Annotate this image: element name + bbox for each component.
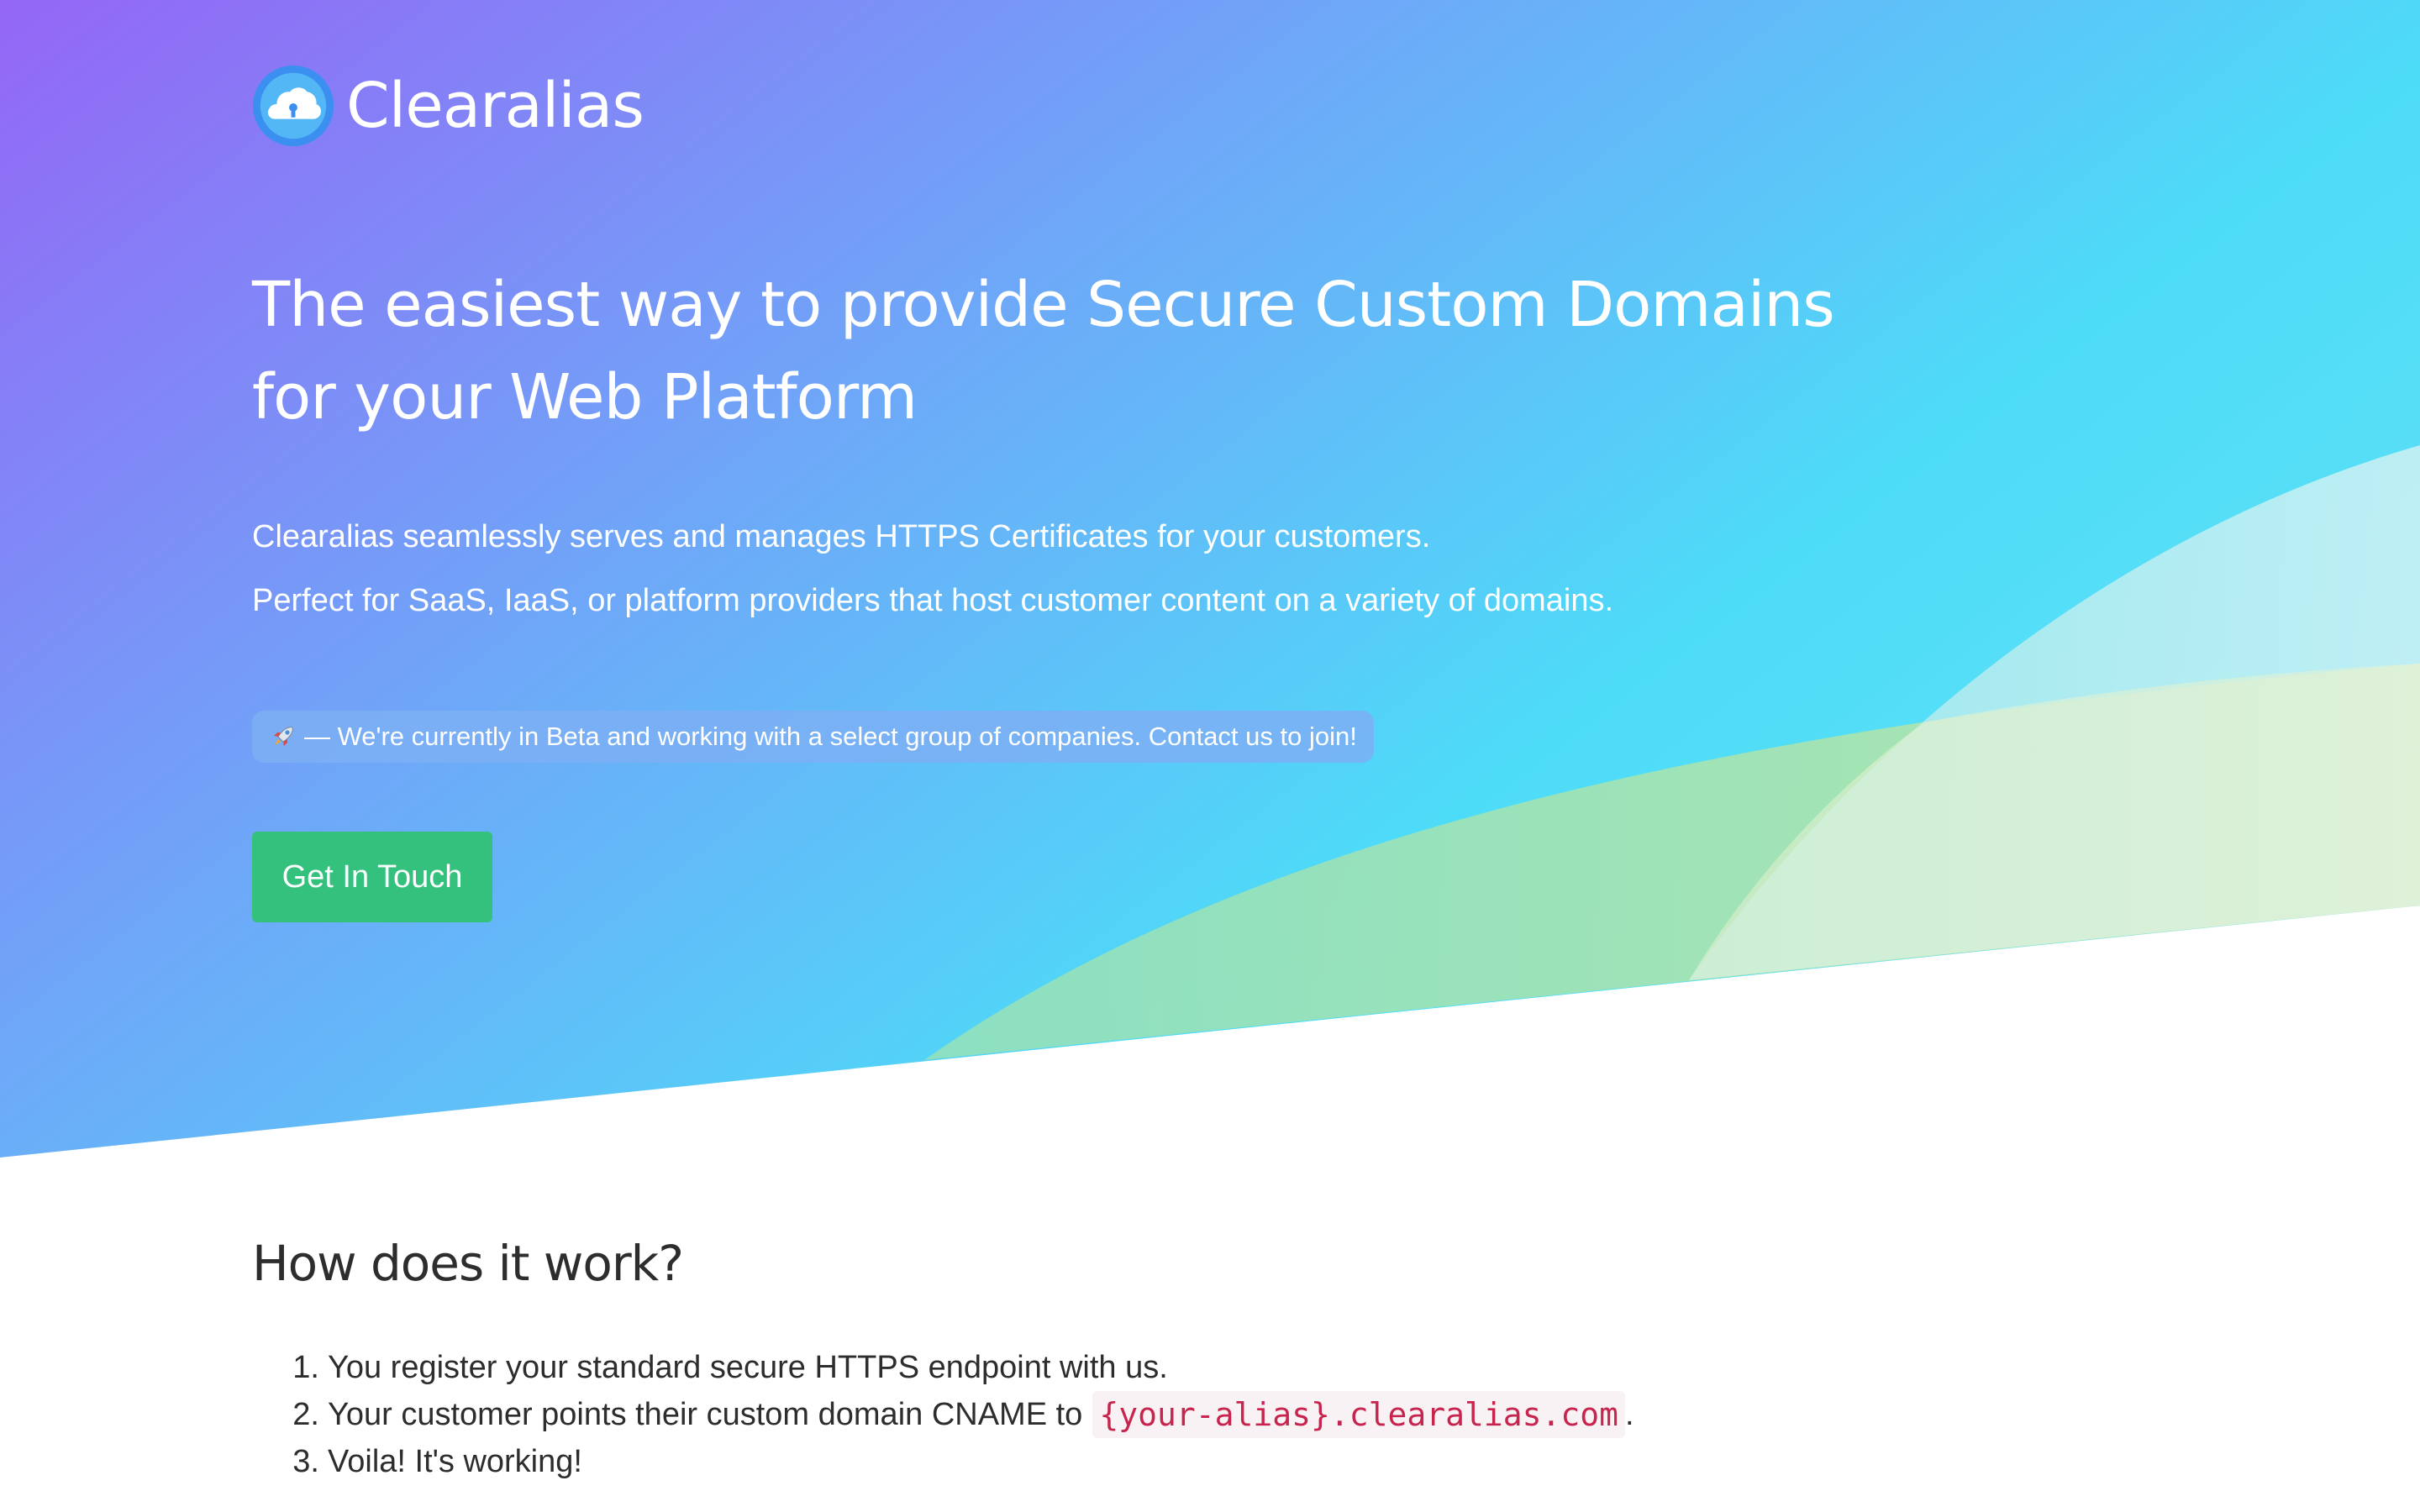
how-it-works-title: How does it work? <box>252 1235 684 1292</box>
hero-headline-line-1: The easiest way to provide Secure Custom… <box>252 269 1835 341</box>
beta-notice-text: — We're currently in Beta and working wi… <box>304 722 1357 751</box>
cloud-lock-icon <box>252 65 334 147</box>
step-number: 2. <box>292 1397 319 1432</box>
hero-content: Clearalias The easiest way to provide Se… <box>0 0 2420 1159</box>
list-item: 3. Voila! It's working! <box>252 1438 1634 1485</box>
hero-subtext-1: Clearalias seamlessly serves and manages… <box>252 519 1431 554</box>
brand-name: Clearalias <box>346 70 644 142</box>
hero-section: Clearalias The easiest way to provide Se… <box>0 0 2420 1159</box>
hero-headline-line-2: for your Web Platform <box>252 361 918 433</box>
get-in-touch-button[interactable]: Get In Touch <box>252 832 492 922</box>
rocket-icon <box>274 727 293 746</box>
hero-headline: The easiest way to provide Secure Custom… <box>252 259 1849 444</box>
beta-notice: — We're currently in Beta and working wi… <box>252 711 1374 763</box>
step-text: Your customer points their custom domain… <box>328 1397 1083 1432</box>
step-number: 3. <box>292 1444 319 1479</box>
brand-logo-link[interactable]: Clearalias <box>252 64 644 148</box>
list-item: 2. Your customer points their custom dom… <box>252 1391 1634 1438</box>
how-it-works-steps: 1. You register your standard secure HTT… <box>252 1344 1634 1485</box>
step-suffix: . <box>1625 1397 1634 1432</box>
step-number: 1. <box>292 1350 319 1385</box>
cname-code: {your-alias}.clearalias.com <box>1092 1391 1626 1438</box>
step-text: Voila! It's working! <box>328 1444 582 1479</box>
step-text: You register your standard secure HTTPS … <box>328 1350 1168 1385</box>
hero-subtext-2: Perfect for SaaS, IaaS, or platform prov… <box>252 583 1614 618</box>
list-item: 1. You register your standard secure HTT… <box>252 1344 1634 1391</box>
